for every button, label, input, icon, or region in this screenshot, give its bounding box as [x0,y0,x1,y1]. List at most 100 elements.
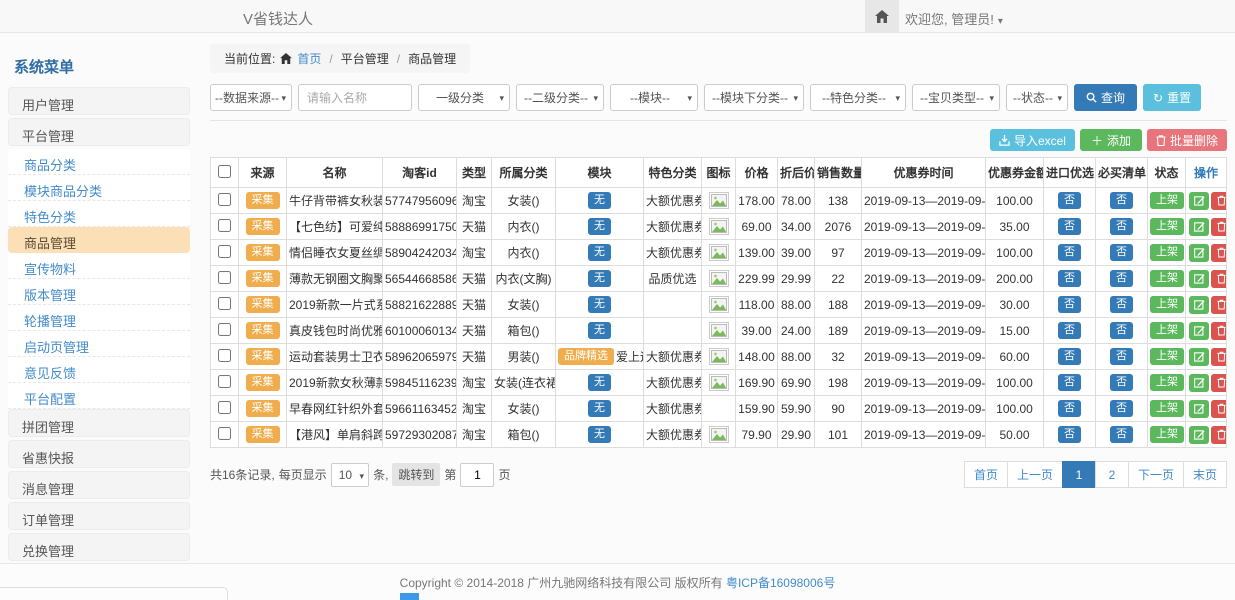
status-badge[interactable]: 上架 [1150,348,1184,365]
status-badge[interactable]: 上架 [1150,322,1184,339]
status-badge[interactable]: 上架 [1150,244,1184,261]
module-badge[interactable]: 品牌精选 [558,348,614,365]
filter-select-feature-category[interactable]: --特色分类--▾ [810,84,906,111]
add-button[interactable]: ＋ 添加 [1080,129,1142,151]
row-checkbox[interactable] [218,375,231,388]
icp-link[interactable]: 粤ICP备16098006号 [726,574,835,591]
row-checkbox[interactable] [218,427,231,440]
module-badge[interactable]: 无 [588,374,611,391]
sidebar-item-9[interactable]: 启动页管理 [8,331,190,357]
import-select-badge[interactable]: 否 [1058,400,1081,417]
sidebar-item-7[interactable]: 版本管理 [8,279,190,305]
select-all-checkbox[interactable] [218,165,231,178]
edit-button[interactable] [1189,192,1209,210]
source-badge[interactable]: 采集 [246,296,280,313]
sidebar-item-13[interactable]: 省惠快报 [8,440,190,468]
module-badge[interactable]: 无 [588,270,611,287]
edit-button[interactable] [1189,296,1209,314]
module-badge[interactable]: 无 [588,426,611,443]
module-badge[interactable]: 无 [588,244,611,261]
header-home-button[interactable] [865,0,899,32]
edit-button[interactable] [1189,348,1209,366]
filter-select-level2-category[interactable]: --二级分类--▾ [516,84,604,111]
sidebar-item-10[interactable]: 意见反馈 [8,357,190,383]
sidebar-item-0[interactable]: 用户管理 [8,87,190,115]
last-page-button[interactable]: 末页 [1183,461,1227,488]
delete-button[interactable] [1211,244,1227,262]
must-buy-badge[interactable]: 否 [1110,218,1133,235]
edit-button[interactable] [1189,244,1209,262]
must-buy-badge[interactable]: 否 [1110,400,1133,417]
filter-select-data-source[interactable]: --数据来源--▾ [210,84,292,111]
sidebar-item-5[interactable]: 商品管理 [8,227,190,253]
sidebar-item-11[interactable]: 平台配置 [8,383,190,409]
status-badge[interactable]: 上架 [1150,270,1184,287]
edit-button[interactable] [1189,218,1209,236]
must-buy-badge[interactable]: 否 [1110,296,1133,313]
source-badge[interactable]: 采集 [246,218,280,235]
sidebar-item-16[interactable]: 兑换管理 [8,533,190,561]
next-page-button[interactable]: 下一页 [1128,461,1184,488]
batch-delete-button[interactable]: 批量删除 [1147,129,1227,151]
row-checkbox[interactable] [218,193,231,206]
must-buy-badge[interactable]: 否 [1110,244,1133,261]
sidebar-item-6[interactable]: 宣传物料 [8,253,190,279]
edit-button[interactable] [1189,270,1209,288]
delete-button[interactable] [1211,374,1227,392]
must-buy-badge[interactable]: 否 [1110,270,1133,287]
page-button-1[interactable]: 1 [1062,461,1096,488]
sidebar-item-2[interactable]: 商品分类 [8,149,190,175]
delete-button[interactable] [1211,218,1227,236]
reset-button[interactable]: ↻ 重置 [1143,84,1201,111]
import-excel-button[interactable]: 导入excel [990,129,1075,151]
sidebar-item-15[interactable]: 订单管理 [8,502,190,530]
delete-button[interactable] [1211,400,1227,418]
import-select-badge[interactable]: 否 [1058,270,1081,287]
module-badge[interactable]: 无 [588,218,611,235]
filter-select-item-type[interactable]: --宝贝类型--▾ [912,84,1000,111]
per-page-select[interactable]: 10▾ [331,463,369,487]
module-badge[interactable]: 无 [588,400,611,417]
source-badge[interactable]: 采集 [246,348,280,365]
breadcrumb-home-link[interactable]: 首页 [297,50,321,67]
import-select-badge[interactable]: 否 [1058,296,1081,313]
module-badge[interactable]: 无 [588,192,611,209]
jump-button[interactable]: 跳转到 [392,463,440,486]
must-buy-badge[interactable]: 否 [1110,374,1133,391]
import-select-badge[interactable]: 否 [1058,426,1081,443]
sidebar-item-14[interactable]: 消息管理 [8,471,190,499]
edit-button[interactable] [1189,400,1209,418]
source-badge[interactable]: 采集 [246,244,280,261]
edit-button[interactable] [1189,374,1209,392]
status-badge[interactable]: 上架 [1150,426,1184,443]
delete-button[interactable] [1211,348,1227,366]
name-search-input[interactable] [298,84,412,111]
status-badge[interactable]: 上架 [1150,374,1184,391]
filter-select-status[interactable]: --状态--▾ [1006,84,1068,111]
filter-select-level1-category[interactable]: 一级分类▾ [418,84,510,111]
delete-button[interactable] [1211,270,1227,288]
sidebar-item-8[interactable]: 轮播管理 [8,305,190,331]
sidebar-item-4[interactable]: 特色分类 [8,201,190,227]
prev-page-button[interactable]: 上一页 [1007,461,1063,488]
source-badge[interactable]: 采集 [246,322,280,339]
edit-button[interactable] [1189,426,1209,444]
delete-button[interactable] [1211,192,1227,210]
delete-button[interactable] [1211,322,1227,340]
source-badge[interactable]: 采集 [246,192,280,209]
edit-button[interactable] [1189,322,1209,340]
sidebar-item-1[interactable]: 平台管理 [8,118,190,146]
status-badge[interactable]: 上架 [1150,218,1184,235]
row-checkbox[interactable] [218,323,231,336]
filter-select-module-subcategory[interactable]: --模块下分类--▾ [704,84,804,111]
delete-button[interactable] [1211,296,1227,314]
must-buy-badge[interactable]: 否 [1110,322,1133,339]
module-badge[interactable]: 无 [588,322,611,339]
must-buy-badge[interactable]: 否 [1110,192,1133,209]
module-badge[interactable]: 无 [588,296,611,313]
import-select-badge[interactable]: 否 [1058,192,1081,209]
row-checkbox[interactable] [218,245,231,258]
row-checkbox[interactable] [218,297,231,310]
must-buy-badge[interactable]: 否 [1110,426,1133,443]
status-badge[interactable]: 上架 [1150,400,1184,417]
